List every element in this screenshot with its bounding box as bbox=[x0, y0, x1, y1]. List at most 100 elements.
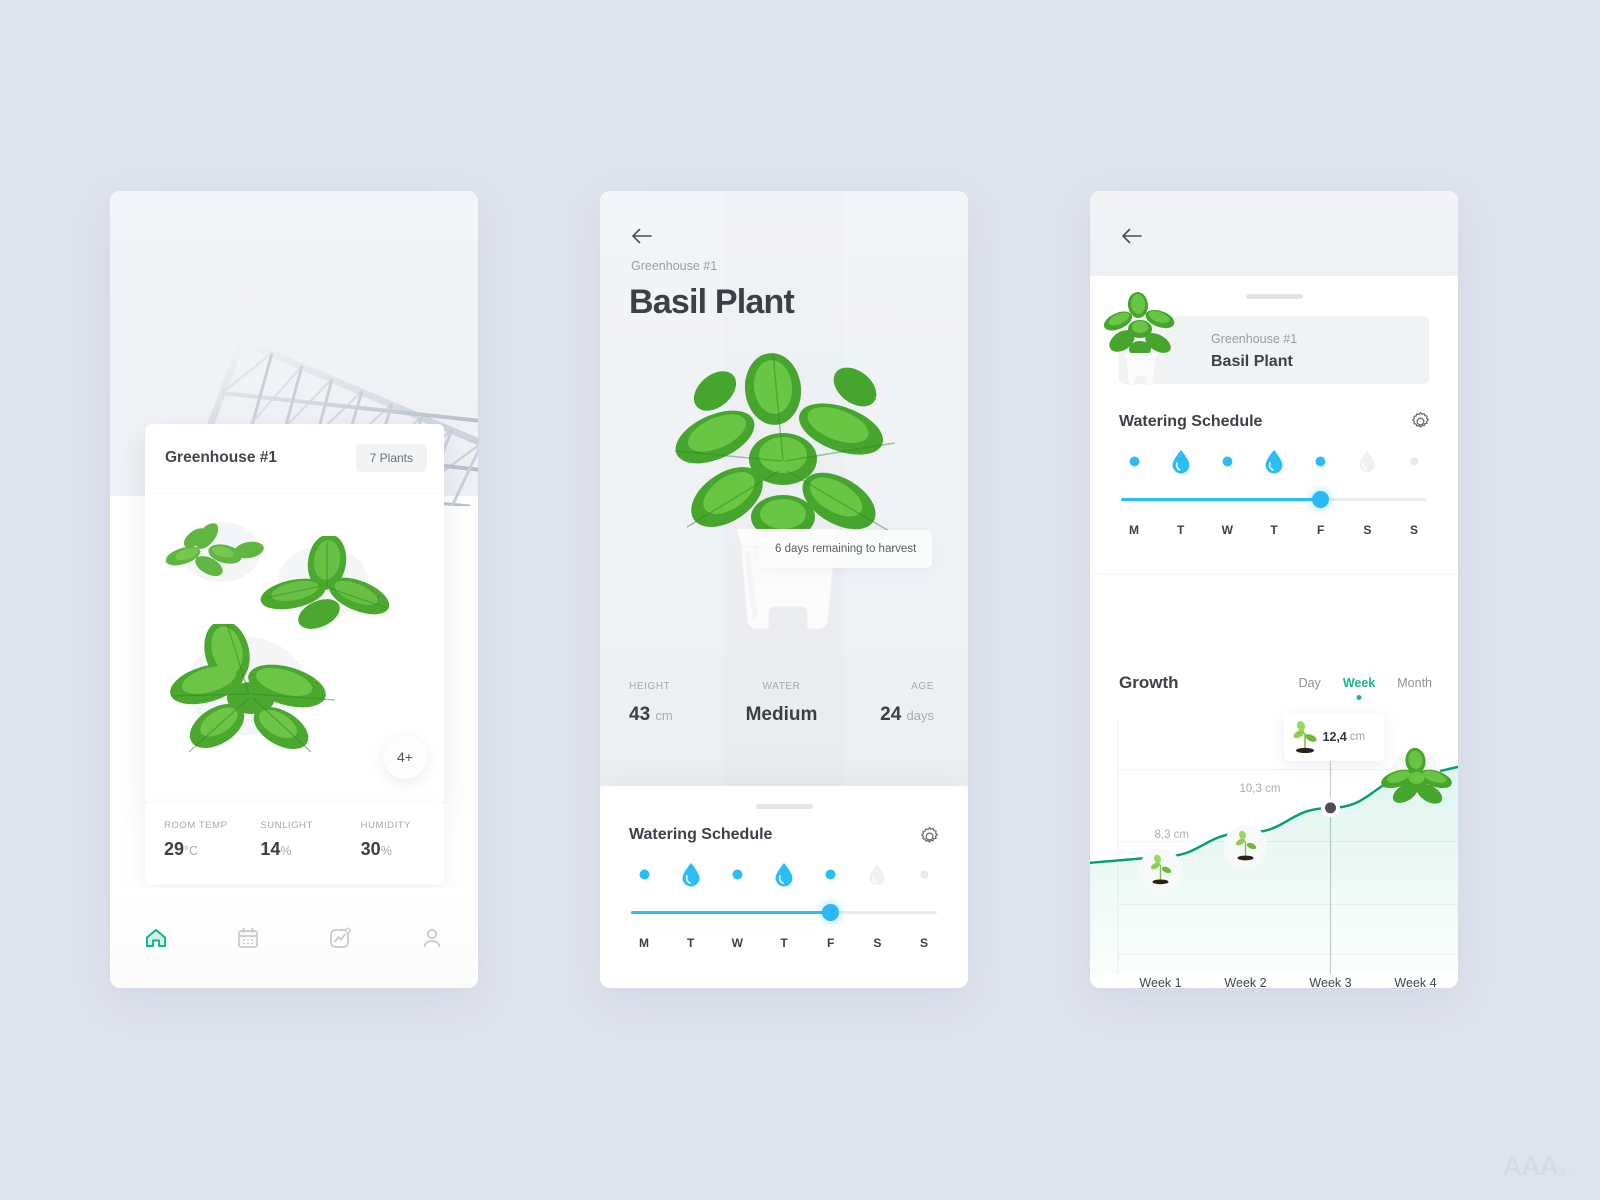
tab-analytics[interactable] bbox=[294, 908, 386, 968]
water-level-w-2[interactable] bbox=[1212, 446, 1242, 476]
greenhouse-card-header: Greenhouse #1 7 Plants bbox=[145, 424, 444, 494]
basil-sprig-medium-icon bbox=[260, 536, 390, 629]
chart-selected-point[interactable] bbox=[1321, 798, 1340, 818]
tooltip-value: 12,4 bbox=[1322, 729, 1347, 744]
stat-label: SUNLIGHT bbox=[260, 820, 313, 831]
watering-slider-track-2[interactable] bbox=[631, 904, 937, 921]
stat-label: ROOM TEMP bbox=[164, 820, 228, 831]
x-label-week2: Week 2 bbox=[1224, 976, 1267, 988]
back-button[interactable] bbox=[1121, 227, 1143, 250]
day-label-3: T bbox=[1270, 523, 1278, 537]
plants-count-badge[interactable]: 7 Plants bbox=[355, 444, 427, 472]
stat-water: WATER Medium bbox=[731, 681, 833, 771]
selected-plant-card[interactable]: Greenhouse #1 Basil Plant bbox=[1103, 292, 1429, 386]
watering-widget-2[interactable]: MTWTFSS bbox=[629, 859, 939, 974]
watering-schedule-title: Watering Schedule bbox=[1119, 413, 1263, 430]
chart-marker-sprout-1[interactable] bbox=[1223, 824, 1268, 869]
environment-stats: ROOM TEMP 29°C SUNLIGHT 14% HUMIDITY 30% bbox=[145, 804, 444, 884]
water-level-f-4[interactable] bbox=[1306, 446, 1336, 476]
watering-drops-row-3 bbox=[1119, 446, 1429, 490]
growth-chart[interactable]: 8,3 cm 10,3 cm 12,4 cm bbox=[1090, 712, 1458, 974]
water-level-s-6[interactable] bbox=[1399, 446, 1429, 476]
day-label-1: T bbox=[686, 936, 695, 950]
growth-range-tabs: Day Week Month bbox=[1299, 676, 1432, 700]
stat-age: AGE 24 days bbox=[832, 681, 968, 771]
water-level-m-0[interactable] bbox=[1119, 446, 1149, 476]
day-label-0: M bbox=[639, 936, 649, 950]
stat-value: Medium bbox=[745, 704, 818, 725]
day-label-5: S bbox=[1363, 523, 1372, 537]
stat-value: 14% bbox=[260, 839, 292, 859]
tab-home[interactable] bbox=[110, 908, 202, 968]
water-dot-icon bbox=[825, 869, 836, 879]
watering-slider-knob-3[interactable] bbox=[1311, 491, 1329, 508]
x-label-week1: Week 1 bbox=[1139, 976, 1182, 988]
water-drop-icon bbox=[775, 862, 793, 886]
stat-value: 29°C bbox=[164, 839, 199, 859]
watering-settings-button[interactable] bbox=[919, 826, 940, 852]
stat-label: AGE bbox=[911, 681, 935, 692]
stat-label: HEIGHT bbox=[629, 681, 671, 692]
stat-humidity: HUMIDITY 30% bbox=[344, 804, 444, 884]
watering-days-row-3: MTWTFSS bbox=[1119, 523, 1429, 543]
back-arrow-icon bbox=[632, 228, 652, 244]
watering-slider-track-3[interactable] bbox=[1121, 491, 1427, 508]
water-level-t-1[interactable] bbox=[676, 859, 706, 889]
tab-calendar[interactable] bbox=[202, 908, 294, 968]
growth-sheet: Greenhouse #1 Basil Plant Watering Sched… bbox=[1090, 276, 1458, 988]
x-label-week4: Week 4 bbox=[1394, 976, 1437, 988]
watering-days-row-2: MTWTFSS bbox=[629, 936, 939, 956]
water-level-f-4[interactable] bbox=[816, 859, 846, 889]
plant-thumbnail-list: 4+ bbox=[145, 494, 444, 804]
water-drop-icon bbox=[1265, 449, 1283, 473]
chart-marker-sprout-0[interactable] bbox=[1138, 848, 1183, 893]
water-dot-icon bbox=[1129, 456, 1139, 466]
sprout-icon bbox=[1293, 720, 1317, 753]
stat-sunlight: SUNLIGHT 14% bbox=[247, 804, 343, 884]
water-level-s-5[interactable] bbox=[1352, 446, 1382, 476]
phone-screen-growth: Greenhouse #1 Basil Plant Watering Sched… bbox=[1090, 191, 1458, 988]
greenhouse-name: Greenhouse #1 bbox=[165, 449, 277, 466]
watering-widget-3[interactable]: MTWTFSS bbox=[1119, 446, 1429, 561]
water-level-m-0[interactable] bbox=[629, 859, 659, 889]
water-level-t-3[interactable] bbox=[769, 859, 799, 889]
datapoint-label-week2: 10,3 cm bbox=[1239, 782, 1281, 795]
stat-height: HEIGHT 43 cm bbox=[600, 681, 731, 771]
gear-icon bbox=[1412, 411, 1429, 428]
basil-plant-large-icon bbox=[170, 624, 336, 753]
sheet-grab-handle[interactable] bbox=[1245, 294, 1303, 299]
phone-screen-home: Greenhouse #1 7 Plants 4+ ROOM TEMP 29°C… bbox=[110, 191, 478, 988]
water-level-t-1[interactable] bbox=[1166, 446, 1196, 476]
breadcrumb: Greenhouse #1 bbox=[631, 259, 718, 273]
harvest-note: 6 days remaining to harvest bbox=[759, 530, 933, 568]
back-arrow-icon bbox=[1122, 228, 1142, 244]
water-level-s-5[interactable] bbox=[862, 859, 892, 889]
water-level-s-6[interactable] bbox=[909, 859, 939, 889]
basil-sprig-small-icon bbox=[165, 523, 264, 576]
greenhouse-card[interactable]: Greenhouse #1 7 Plants 4+ bbox=[145, 424, 444, 804]
water-dot-icon bbox=[1222, 456, 1233, 466]
day-label-4: F bbox=[826, 936, 835, 950]
watering-settings-button[interactable] bbox=[1410, 411, 1431, 437]
day-label-6: S bbox=[919, 936, 928, 950]
day-label-2: W bbox=[731, 936, 743, 950]
sheet-grab-handle[interactable] bbox=[755, 804, 813, 809]
canvas: Greenhouse #1 7 Plants 4+ ROOM TEMP 29°C… bbox=[0, 0, 1600, 1200]
water-dot-empty-icon bbox=[1410, 457, 1418, 465]
tab-profile[interactable] bbox=[386, 908, 478, 968]
x-label-week3: Week 3 bbox=[1309, 976, 1352, 988]
watering-slider-knob-2[interactable] bbox=[821, 904, 839, 921]
tab-week[interactable]: Week bbox=[1343, 676, 1375, 700]
tab-day[interactable]: Day bbox=[1299, 676, 1321, 690]
basil-plant-photo bbox=[674, 352, 896, 630]
water-level-t-3[interactable] bbox=[1259, 446, 1289, 476]
phone-screen-plant-detail: Greenhouse #1 Basil Plant 6 days remaini… bbox=[600, 191, 968, 988]
more-plants-badge[interactable]: 4+ bbox=[383, 735, 427, 779]
water-level-w-2[interactable] bbox=[722, 859, 752, 889]
page-title: Basil Plant bbox=[629, 283, 795, 321]
stat-value: 30% bbox=[360, 839, 392, 859]
back-button[interactable] bbox=[631, 227, 653, 250]
tab-month[interactable]: Month bbox=[1397, 676, 1432, 690]
calendar-icon bbox=[238, 927, 258, 948]
water-drop-empty-icon bbox=[1359, 450, 1375, 472]
